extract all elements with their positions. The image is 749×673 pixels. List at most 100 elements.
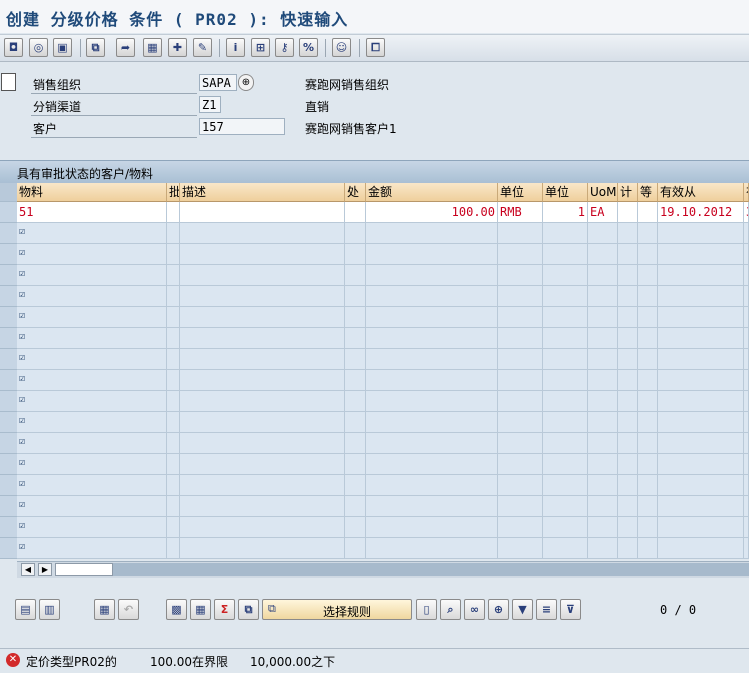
calendar-icon[interactable]: ▦ bbox=[143, 38, 162, 57]
cell-per[interactable] bbox=[543, 391, 588, 412]
cell-material[interactable]: ☑ bbox=[17, 517, 167, 538]
cell-approval[interactable] bbox=[167, 454, 180, 475]
cell-description[interactable] bbox=[180, 244, 345, 265]
variant-icon[interactable]: ▣ bbox=[53, 38, 72, 57]
cell-material[interactable]: 51 bbox=[17, 202, 167, 223]
cell-valid-from[interactable] bbox=[658, 328, 744, 349]
cell-amount[interactable] bbox=[366, 328, 498, 349]
cell-valid-to[interactable] bbox=[744, 433, 749, 454]
cell-processing[interactable] bbox=[345, 286, 366, 307]
cell-level[interactable] bbox=[638, 454, 658, 475]
cell-amount[interactable] bbox=[366, 391, 498, 412]
cell-calc[interactable] bbox=[618, 391, 638, 412]
col-header-amount[interactable]: 金额 bbox=[366, 183, 498, 202]
cell-valid-to[interactable] bbox=[744, 265, 749, 286]
row-selector[interactable] bbox=[0, 223, 17, 244]
cell-material[interactable]: ☑ bbox=[17, 370, 167, 391]
cell-uom[interactable] bbox=[588, 412, 618, 433]
col-header-unit[interactable]: 单位 bbox=[498, 183, 543, 202]
distribution-channel-field[interactable]: Z1 bbox=[199, 96, 221, 113]
cell-calc[interactable] bbox=[618, 433, 638, 454]
cell-level[interactable] bbox=[638, 202, 658, 223]
undo-icon[interactable]: ↶ bbox=[118, 599, 139, 620]
cell-amount[interactable] bbox=[366, 307, 498, 328]
cell-processing[interactable] bbox=[345, 496, 366, 517]
row-selector[interactable] bbox=[0, 349, 17, 370]
cell-amount[interactable] bbox=[366, 454, 498, 475]
cell-material[interactable]: ☑ bbox=[17, 391, 167, 412]
scroll-right-icon[interactable]: ▶ bbox=[38, 563, 52, 576]
cell-unit[interactable] bbox=[498, 223, 543, 244]
cell-level[interactable] bbox=[638, 496, 658, 517]
row-selector[interactable] bbox=[0, 328, 17, 349]
row-check-icon[interactable]: ☑ bbox=[19, 437, 29, 447]
cell-valid-from[interactable] bbox=[658, 538, 744, 559]
cell-approval[interactable] bbox=[167, 496, 180, 517]
cell-per[interactable] bbox=[543, 244, 588, 265]
row-selector[interactable] bbox=[0, 286, 17, 307]
cell-per[interactable] bbox=[543, 496, 588, 517]
cell-valid-to[interactable] bbox=[744, 307, 749, 328]
cell-amount[interactable] bbox=[366, 286, 498, 307]
cell-valid-to[interactable] bbox=[744, 286, 749, 307]
row-selector[interactable] bbox=[0, 412, 17, 433]
cell-valid-from[interactable] bbox=[658, 244, 744, 265]
row-selector[interactable] bbox=[0, 370, 17, 391]
cell-approval[interactable] bbox=[167, 202, 180, 223]
cell-uom[interactable] bbox=[588, 496, 618, 517]
calculator-icon[interactable]: ▦ bbox=[190, 599, 211, 620]
sum-icon[interactable]: Σ bbox=[214, 599, 235, 620]
cell-processing[interactable] bbox=[345, 517, 366, 538]
cell-per[interactable]: 1 bbox=[543, 202, 588, 223]
calendar-grid-icon[interactable]: ▩ bbox=[166, 599, 187, 620]
horizontal-scrollbar[interactable]: ◀ ▶ bbox=[17, 561, 749, 578]
cell-valid-from[interactable] bbox=[658, 349, 744, 370]
cell-calc[interactable] bbox=[618, 496, 638, 517]
row-selector[interactable] bbox=[0, 433, 17, 454]
cell-level[interactable] bbox=[638, 223, 658, 244]
row-check-icon[interactable]: ☑ bbox=[19, 353, 29, 363]
cell-per[interactable] bbox=[543, 265, 588, 286]
new-window-icon[interactable]: ⧠ bbox=[366, 38, 385, 57]
copy-icon[interactable]: ⧉ bbox=[86, 38, 105, 57]
cell-level[interactable] bbox=[638, 328, 658, 349]
cell-valid-to[interactable] bbox=[744, 538, 749, 559]
cell-processing[interactable] bbox=[345, 475, 366, 496]
document-icon[interactable] bbox=[1, 73, 16, 91]
cell-description[interactable] bbox=[180, 328, 345, 349]
cell-description[interactable] bbox=[180, 286, 345, 307]
cell-uom[interactable] bbox=[588, 244, 618, 265]
cell-processing[interactable] bbox=[345, 328, 366, 349]
export-list-icon[interactable]: ▦ bbox=[94, 599, 115, 620]
cell-valid-from[interactable] bbox=[658, 454, 744, 475]
cell-description[interactable] bbox=[180, 538, 345, 559]
cell-level[interactable] bbox=[638, 538, 658, 559]
cell-amount[interactable] bbox=[366, 370, 498, 391]
cell-valid-to[interactable] bbox=[744, 223, 749, 244]
cell-material[interactable]: ☑ bbox=[17, 412, 167, 433]
cell-unit[interactable] bbox=[498, 328, 543, 349]
cell-unit[interactable] bbox=[498, 244, 543, 265]
cell-approval[interactable] bbox=[167, 244, 180, 265]
cell-approval[interactable] bbox=[167, 475, 180, 496]
cell-per[interactable] bbox=[543, 454, 588, 475]
row-selector[interactable] bbox=[0, 265, 17, 286]
row-selector[interactable] bbox=[0, 517, 17, 538]
cell-valid-to[interactable] bbox=[744, 328, 749, 349]
cell-level[interactable] bbox=[638, 244, 658, 265]
row-selector[interactable] bbox=[0, 454, 17, 475]
cell-description[interactable] bbox=[180, 391, 345, 412]
cell-approval[interactable] bbox=[167, 328, 180, 349]
cell-approval[interactable] bbox=[167, 307, 180, 328]
cell-uom[interactable] bbox=[588, 349, 618, 370]
cell-material[interactable]: ☑ bbox=[17, 307, 167, 328]
cell-valid-from[interactable] bbox=[658, 307, 744, 328]
col-header-valid-to[interactable]: 有 bbox=[744, 183, 749, 202]
cell-unit[interactable] bbox=[498, 433, 543, 454]
cell-valid-to[interactable] bbox=[744, 412, 749, 433]
cell-description[interactable] bbox=[180, 223, 345, 244]
key-icon[interactable]: ⚷ bbox=[275, 38, 294, 57]
cell-approval[interactable] bbox=[167, 538, 180, 559]
cell-per[interactable] bbox=[543, 370, 588, 391]
cell-valid-from[interactable] bbox=[658, 370, 744, 391]
